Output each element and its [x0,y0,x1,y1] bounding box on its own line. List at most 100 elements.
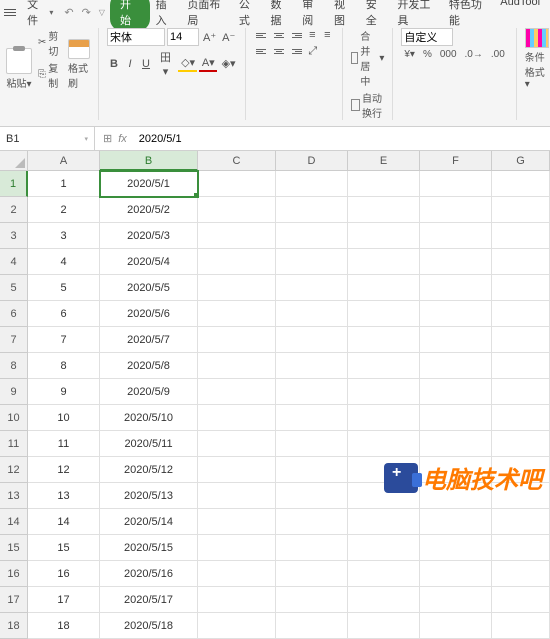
cell[interactable]: 2020/5/17 [100,587,198,613]
cell[interactable] [348,587,420,613]
cell[interactable] [198,613,276,639]
cell[interactable] [198,587,276,613]
col-header[interactable]: E [348,151,420,171]
align-center-icon[interactable] [271,44,287,58]
row-header[interactable]: 6 [0,301,28,327]
cell[interactable]: 2020/5/15 [100,535,198,561]
cell[interactable] [348,405,420,431]
cell[interactable] [198,249,276,275]
cell[interactable] [492,405,550,431]
cell[interactable] [420,171,492,197]
col-header[interactable]: A [28,151,100,171]
row-header[interactable]: 18 [0,613,28,639]
cell[interactable]: 2020/5/18 [100,613,198,639]
decrease-decimal-icon[interactable]: .00 [488,48,508,61]
cell[interactable] [276,327,348,353]
cell[interactable]: 1 [28,171,100,197]
row-header[interactable]: 10 [0,405,28,431]
cell[interactable] [348,353,420,379]
menu-tab-3[interactable]: 公式 [233,0,265,31]
cell[interactable] [492,353,550,379]
cell[interactable] [348,509,420,535]
cell[interactable]: 5 [28,275,100,301]
number-format-select[interactable] [401,28,453,46]
currency-button[interactable]: ¥▾ [401,48,418,61]
cell[interactable] [492,431,550,457]
menu-tab-4[interactable]: 数据 [265,0,297,31]
cell[interactable] [420,301,492,327]
cell[interactable]: 2020/5/10 [100,405,198,431]
clear-format-button[interactable]: ◈▾ [219,56,238,71]
cell[interactable]: 2020/5/3 [100,223,198,249]
cell[interactable]: 3 [28,223,100,249]
cell[interactable] [420,431,492,457]
cell[interactable] [492,301,550,327]
cell[interactable] [348,613,420,639]
cell[interactable] [492,275,550,301]
cell[interactable] [492,249,550,275]
cell[interactable] [198,535,276,561]
cell[interactable] [276,405,348,431]
row-header[interactable]: 7 [0,327,28,353]
formula-input[interactable] [135,133,550,145]
cell[interactable] [348,483,420,509]
cell[interactable] [492,535,550,561]
cell[interactable] [492,509,550,535]
menu-tab-10[interactable]: AudTool [494,0,546,31]
cell[interactable] [198,353,276,379]
cell[interactable]: 18 [28,613,100,639]
fill-color-button[interactable]: ◇▾ [178,55,197,72]
name-box[interactable]: B1 [0,127,95,150]
cell[interactable] [198,301,276,327]
cell[interactable] [348,431,420,457]
cell[interactable] [420,483,492,509]
decrease-font-icon[interactable]: A⁻ [220,31,237,44]
row-header[interactable]: 5 [0,275,28,301]
cell[interactable] [348,535,420,561]
align-bottom-icon[interactable] [288,28,304,42]
cell[interactable] [420,405,492,431]
cell[interactable]: 2020/5/6 [100,301,198,327]
row-header[interactable]: 4 [0,249,28,275]
border-button[interactable]: 田▾ [155,48,176,79]
cell[interactable]: 14 [28,509,100,535]
menu-tab-1[interactable]: 插入 [150,0,182,31]
cell[interactable] [492,457,550,483]
row-header[interactable]: 17 [0,587,28,613]
cell[interactable] [198,483,276,509]
cell[interactable] [198,405,276,431]
col-header[interactable]: F [420,151,492,171]
menu-tab-6[interactable]: 视图 [328,0,360,31]
cell[interactable]: 8 [28,353,100,379]
redo-icon[interactable]: ↷ [79,6,94,19]
cell[interactable] [276,587,348,613]
cell[interactable] [276,249,348,275]
cell[interactable]: 9 [28,379,100,405]
cell[interactable] [420,275,492,301]
cell[interactable] [348,275,420,301]
font-size-select[interactable] [167,28,199,46]
qat-dropdown-icon[interactable]: ▽ [96,8,108,17]
cell[interactable] [492,561,550,587]
cell[interactable] [492,587,550,613]
cell[interactable]: 2020/5/1 [100,171,198,197]
cell[interactable] [276,223,348,249]
comma-button[interactable]: 000 [437,48,460,61]
menu-tab-0[interactable]: 开始 [110,0,150,31]
cell[interactable] [420,353,492,379]
cell[interactable] [276,483,348,509]
cell[interactable]: 12 [28,457,100,483]
orientation-icon[interactable]: ⤢ [305,44,320,59]
cell[interactable] [276,353,348,379]
cell[interactable]: 2020/5/5 [100,275,198,301]
cell[interactable] [492,379,550,405]
cell[interactable] [276,613,348,639]
row-header[interactable]: 12 [0,457,28,483]
cell[interactable] [198,275,276,301]
cell[interactable] [276,197,348,223]
cell[interactable] [276,509,348,535]
row-header[interactable]: 14 [0,509,28,535]
increase-font-icon[interactable]: A⁺ [201,31,218,44]
col-header[interactable]: C [198,151,276,171]
cell[interactable] [198,379,276,405]
